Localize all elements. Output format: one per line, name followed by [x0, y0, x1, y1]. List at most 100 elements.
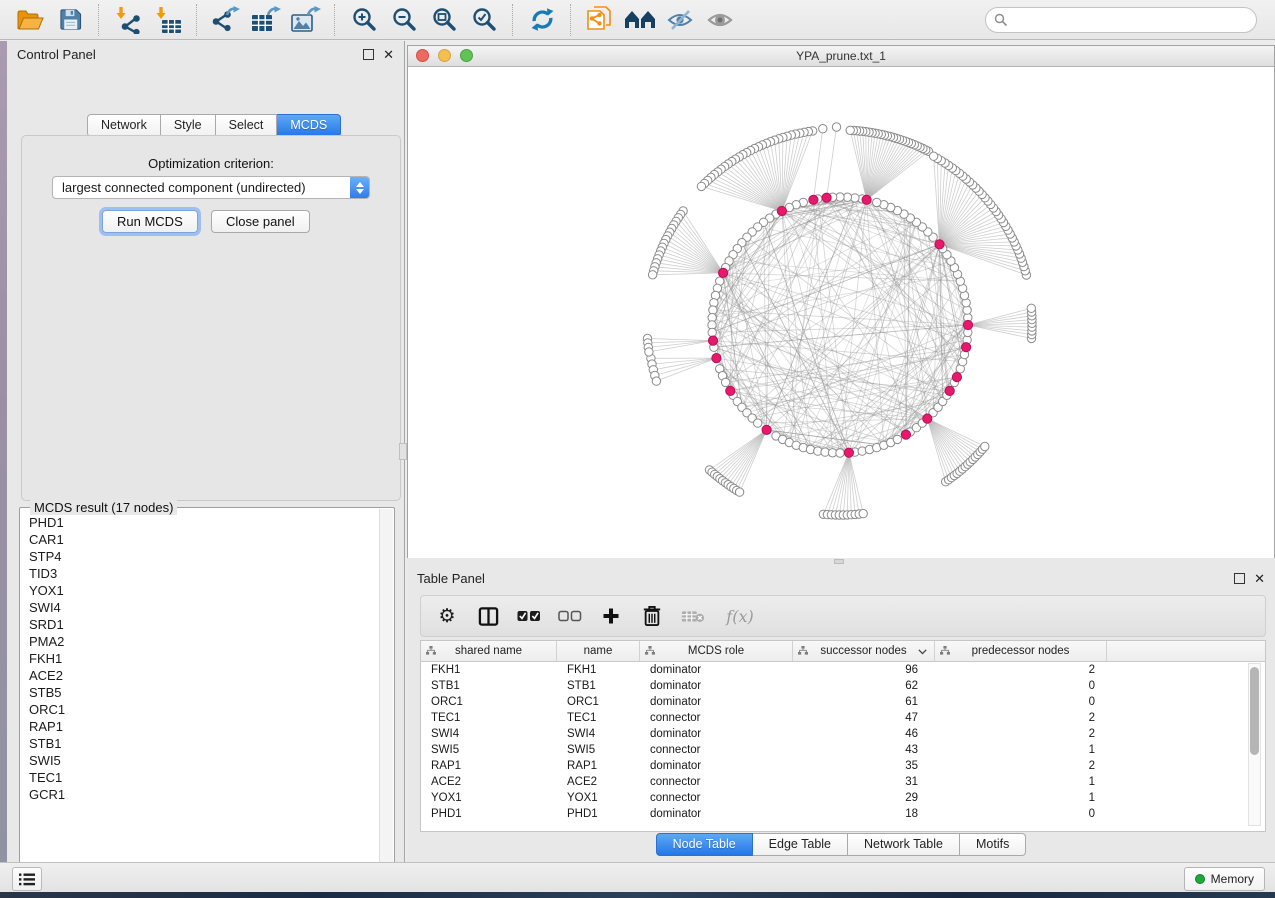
add-column-button[interactable]	[599, 604, 623, 628]
control-panel: Control Panel ✕ NetworkStyleSelectMCDS O…	[7, 41, 405, 862]
network-window-titlebar[interactable]: YPA_prune.txt_1	[408, 46, 1274, 67]
column-header-MCDS-role[interactable]: MCDS role	[640, 641, 793, 661]
toolbar-separator	[98, 4, 100, 36]
tab-motifs[interactable]: Motifs	[960, 833, 1026, 856]
table-cell: PHD1	[421, 808, 557, 820]
tab-edge-table[interactable]: Edge Table	[753, 833, 848, 856]
save-button[interactable]	[52, 3, 88, 37]
sort-descending-icon	[918, 649, 927, 655]
zoom-fit-button[interactable]	[426, 3, 462, 37]
mcds-result-item[interactable]: RAP1	[21, 718, 380, 735]
trash-icon	[642, 605, 662, 627]
mcds-result-item[interactable]: ORC1	[21, 701, 380, 718]
zoom-out-icon	[391, 6, 418, 33]
table-cell: 0	[935, 696, 1107, 708]
select-all-button[interactable]	[517, 604, 541, 628]
table-row[interactable]: ORC1ORC1dominator610	[421, 694, 1265, 710]
column-header-name[interactable]: name	[557, 641, 640, 661]
search-input[interactable]	[1013, 12, 1248, 28]
mcds-result-item[interactable]: GCR1	[21, 786, 380, 803]
mcds-result-item[interactable]: SWI5	[21, 752, 380, 769]
table-row[interactable]: SWI4SWI4dominator462	[421, 726, 1265, 742]
memory-button[interactable]: Memory	[1184, 867, 1265, 891]
toolbar-separator	[570, 4, 572, 36]
mcds-result-item[interactable]: SRD1	[21, 616, 380, 633]
tab-network[interactable]: Network	[87, 114, 161, 137]
table-row[interactable]: STB1STB1dominator620	[421, 678, 1265, 694]
table-row[interactable]: TEC1TEC1connector472	[421, 710, 1265, 726]
scrollbar-thumb[interactable]	[1250, 667, 1259, 755]
mcds-result-item[interactable]: STB1	[21, 735, 380, 752]
new-network-from-selection-button[interactable]	[582, 3, 618, 37]
table-row[interactable]: PHD1PHD1dominator180	[421, 806, 1265, 822]
hide-graphics-details-button[interactable]	[662, 3, 698, 37]
import-network-button[interactable]	[110, 3, 146, 37]
deselect-all-button[interactable]	[558, 604, 582, 628]
tab-style[interactable]: Style	[161, 114, 216, 137]
minimize-window-icon[interactable]	[438, 49, 451, 62]
table-row[interactable]: ACE2ACE2connector311	[421, 774, 1265, 790]
zoom-selected-button[interactable]	[466, 3, 502, 37]
search-field[interactable]	[985, 7, 1257, 33]
optimization-criterion-select[interactable]: largest connected component (undirected)	[52, 176, 370, 199]
tab-node-table[interactable]: Node Table	[656, 833, 753, 856]
mcds-result-item[interactable]: CAR1	[21, 531, 380, 548]
node-table-scrollbar[interactable]	[1248, 663, 1261, 826]
show-columns-button[interactable]	[476, 604, 500, 628]
mcds-result-item[interactable]: ACE2	[21, 667, 380, 684]
tab-mcds[interactable]: MCDS	[277, 114, 341, 137]
mcds-result-item[interactable]: TID3	[21, 565, 380, 582]
zoom-out-button[interactable]	[386, 3, 422, 37]
table-toolbar: ⚙	[420, 595, 1266, 637]
delete-column-button[interactable]	[640, 604, 664, 628]
function-builder-icon: f(x)	[726, 607, 753, 626]
first-neighbors-button[interactable]	[622, 3, 658, 37]
table-cell: 18	[793, 808, 935, 820]
table-settings-button[interactable]: ⚙	[435, 604, 459, 628]
mcds-result-item[interactable]: TEC1	[21, 769, 380, 786]
zoom-in-button[interactable]	[346, 3, 382, 37]
refresh-button[interactable]	[524, 3, 560, 37]
attribute-icon	[426, 646, 436, 655]
table-row[interactable]: FKH1FKH1dominator962	[421, 662, 1265, 678]
column-header-predecessor-nodes[interactable]: predecessor nodes	[935, 641, 1107, 661]
horizontal-splitter-handle[interactable]	[834, 559, 844, 564]
horizontal-splitter[interactable]	[407, 558, 1275, 565]
mcds-result-item[interactable]: STP4	[21, 548, 380, 565]
vertical-splitter-handle[interactable]	[399, 443, 407, 460]
memory-label: Memory	[1211, 872, 1254, 886]
control-panel-tab-bar: NetworkStyleSelectMCDS	[87, 114, 341, 137]
float-panel-icon[interactable]	[1234, 573, 1245, 584]
tab-network-table[interactable]: Network Table	[848, 833, 960, 856]
column-header-successor-nodes[interactable]: successor nodes	[793, 641, 935, 661]
table-cell: SWI5	[421, 744, 557, 756]
task-history-button[interactable]	[12, 867, 42, 891]
network-canvas[interactable]	[408, 67, 1274, 558]
mcds-result-scrollbar[interactable]	[379, 509, 393, 879]
export-table-button[interactable]	[248, 3, 284, 37]
close-panel-icon[interactable]: ✕	[1254, 572, 1265, 585]
export-image-button[interactable]	[288, 3, 324, 37]
run-mcds-button[interactable]: Run MCDS	[102, 210, 198, 233]
mcds-result-item[interactable]: YOX1	[21, 582, 380, 599]
table-row[interactable]: SWI5SWI5connector431	[421, 742, 1265, 758]
float-panel-icon[interactable]	[363, 49, 374, 60]
close-window-icon[interactable]	[416, 49, 429, 62]
close-panel-button[interactable]: Close panel	[211, 210, 310, 233]
close-panel-icon[interactable]: ✕	[383, 48, 394, 61]
table-row[interactable]: YOX1YOX1connector291	[421, 790, 1265, 806]
open-button[interactable]	[12, 3, 48, 37]
mcds-result-item[interactable]: PMA2	[21, 633, 380, 650]
column-header-shared-name[interactable]: shared name	[421, 641, 557, 661]
table-row[interactable]: RAP1RAP1dominator352	[421, 758, 1265, 774]
mcds-result-list[interactable]: PHD1CAR1STP4TID3YOX1SWI4SRD1PMA2FKH1ACE2…	[21, 514, 380, 879]
export-network-icon	[211, 6, 241, 34]
mcds-result-item[interactable]: STB5	[21, 684, 380, 701]
mcds-result-item[interactable]: FKH1	[21, 650, 380, 667]
mcds-result-item[interactable]: PHD1	[21, 514, 380, 531]
mcds-result-item[interactable]: SWI4	[21, 599, 380, 616]
import-table-button[interactable]	[150, 3, 186, 37]
maximize-window-icon[interactable]	[460, 49, 473, 62]
tab-select[interactable]: Select	[216, 114, 278, 137]
export-network-button[interactable]	[208, 3, 244, 37]
